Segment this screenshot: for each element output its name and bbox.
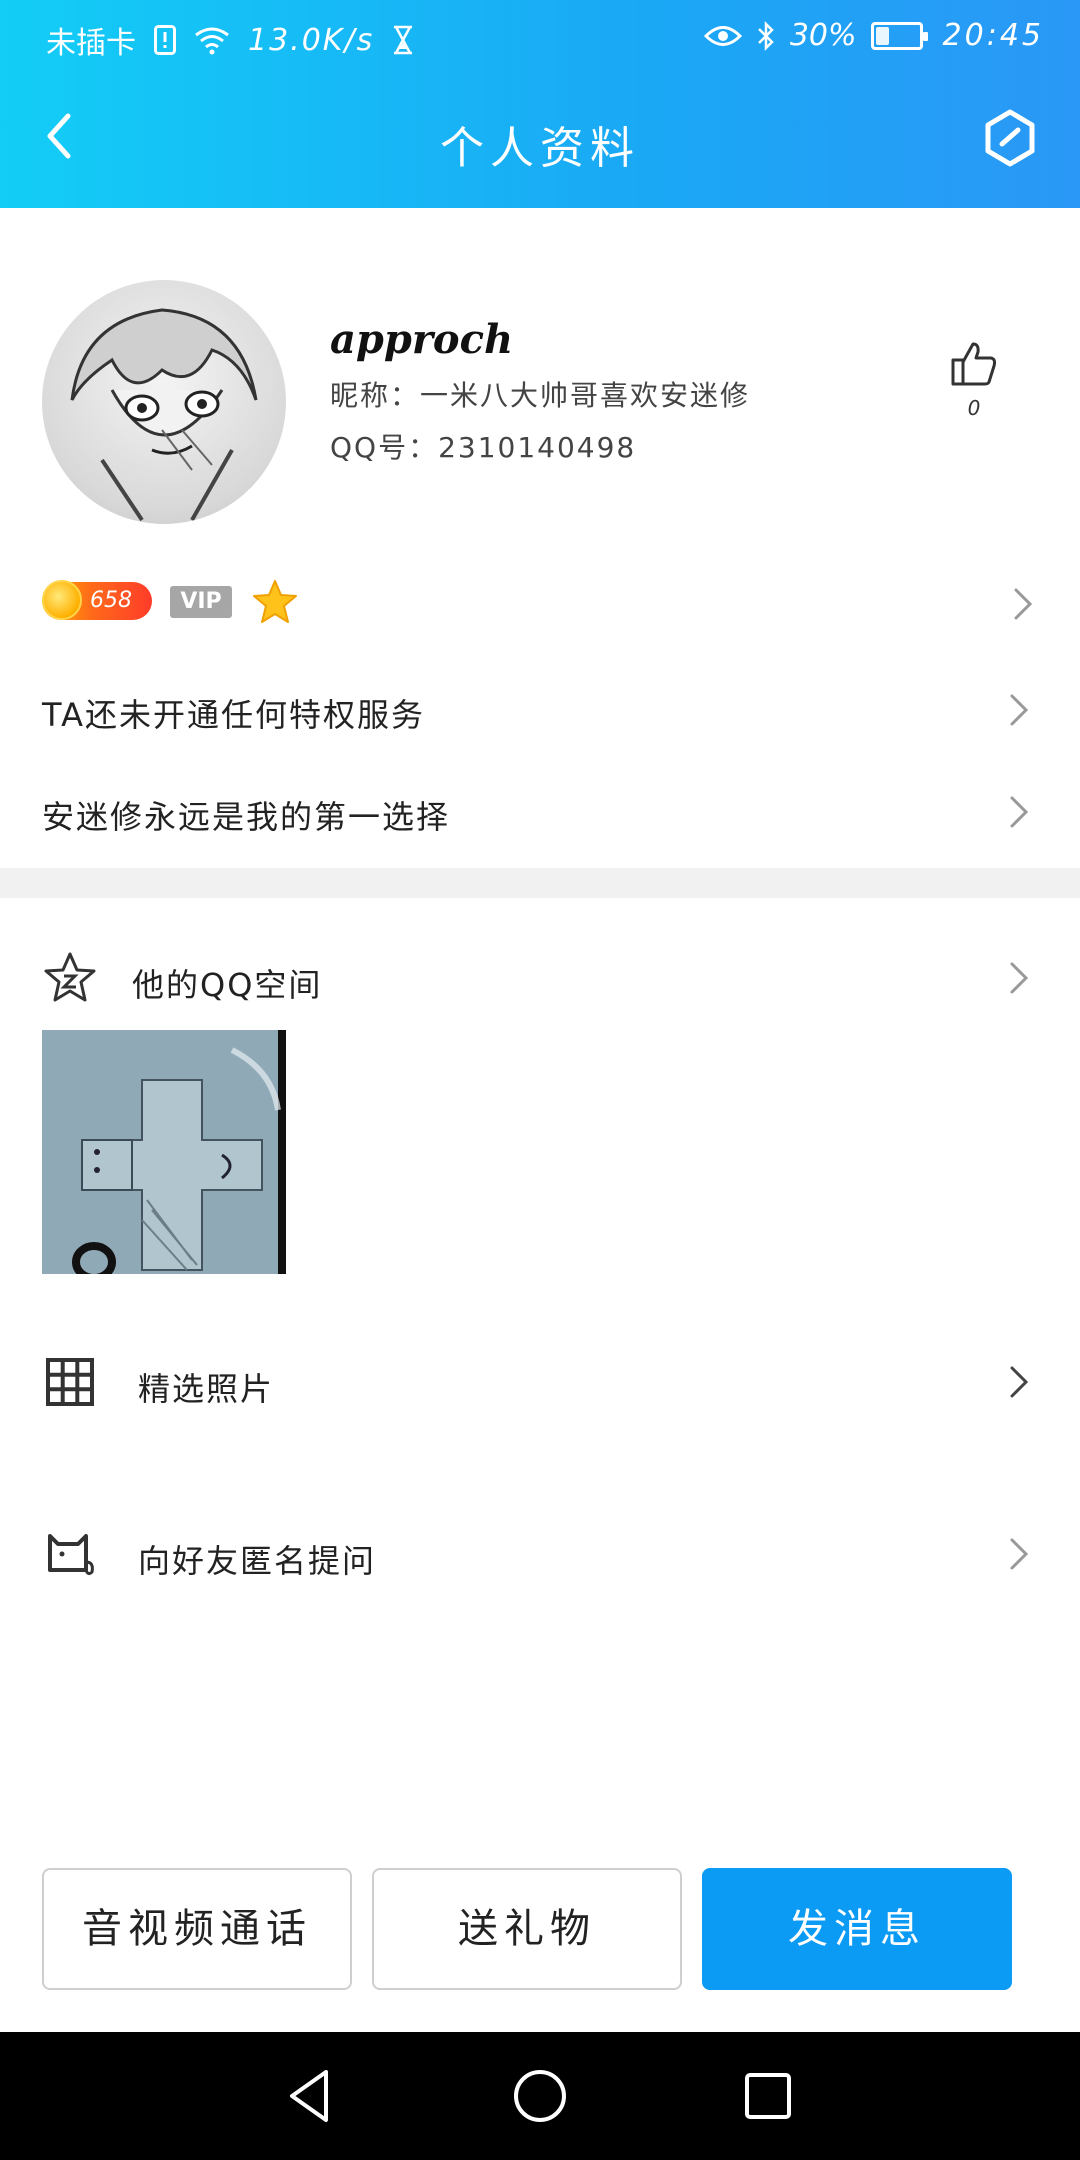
home-circle-icon[interactable] [512, 2068, 568, 2124]
badges-row[interactable]: 658 VIP [42, 572, 1042, 636]
like-button[interactable]: 0 [944, 340, 1004, 420]
hexagon-edit-icon [985, 109, 1035, 167]
net-speed: 13.0K/s [248, 22, 375, 58]
bluetooth-icon [756, 20, 776, 52]
video-call-button[interactable]: 音视频通话 [42, 1868, 352, 1990]
anonymous-question-label: 向好友匿名提问 [138, 1542, 377, 1580]
nickname: 昵称：一米八大帅哥喜欢安迷修 [330, 379, 751, 412]
recents-square-icon[interactable] [744, 2072, 792, 2120]
qq-number: QQ号：2310140498 [330, 431, 637, 464]
page-title: 个人资料 [440, 123, 640, 174]
avatar[interactable] [42, 280, 286, 524]
privilege-text: TA还未开通任何特权服务 [42, 696, 425, 734]
system-navigation-bar [0, 2032, 1080, 2160]
wifi-icon [194, 25, 230, 55]
profile-card: approch 昵称：一米八大帅哥喜欢安迷修 QQ号：2310140498 0 … [0, 208, 1080, 868]
chevron-right-icon [1010, 1538, 1029, 1570]
send-message-button[interactable]: 发消息 [702, 1868, 1012, 1990]
coin-icon [42, 580, 82, 620]
coin-value: 658 [90, 588, 132, 613]
paper-cube-net-image [42, 1030, 286, 1274]
username: approch [330, 316, 514, 363]
chevron-right-icon [1010, 962, 1029, 994]
cat-box-icon [48, 1534, 94, 1576]
chevron-right-icon [1010, 1366, 1029, 1398]
anonymous-question-row[interactable]: 向好友匿名提问 [0, 1510, 1080, 1600]
vip-badge: VIP [170, 586, 232, 618]
sim-alert-icon [154, 25, 176, 55]
back-triangle-icon[interactable] [284, 2066, 334, 2126]
chevron-right-icon [1014, 588, 1033, 620]
battery-icon [870, 21, 928, 50]
send-gift-button[interactable]: 送礼物 [372, 1868, 682, 1990]
app-header: 未插卡 13.0K/s 30% 20:45 个人资料 [0, 0, 1080, 208]
anime-avatar-image [70, 308, 258, 522]
coin-badge: 658 [42, 580, 152, 620]
privilege-row[interactable]: TA还未开通任何特权服务 [0, 676, 1080, 746]
featured-photos-row[interactable]: 精选照片 [0, 1338, 1080, 1428]
section-divider [0, 868, 1080, 898]
clock: 20:45 [942, 18, 1044, 53]
grid-icon [46, 1358, 94, 1406]
eye-icon [703, 23, 742, 49]
chevron-right-icon [1010, 796, 1029, 828]
edit-settings-button[interactable] [980, 108, 1040, 168]
qzone-star-icon [44, 952, 96, 1002]
featured-photos-label: 精选照片 [138, 1370, 275, 1408]
thumbs-up-icon [951, 342, 997, 386]
profile-section-list: 他的QQ空间 精选照片 向好友匿名提问 [0, 898, 1080, 1848]
signature-row[interactable]: 安迷修永远是我的第一选择 [0, 778, 1080, 848]
hourglass-icon [392, 25, 414, 55]
action-bar: 音视频通话 送礼物 发消息 [0, 1848, 1080, 2032]
qzone-label: 他的QQ空间 [132, 966, 323, 1004]
signature-text: 安迷修永远是我的第一选择 [42, 798, 451, 836]
chevron-right-icon [1010, 694, 1029, 726]
qzone-photo-thumbnail[interactable] [42, 1030, 286, 1274]
like-count: 0 [967, 396, 981, 420]
battery-percent: 30% [789, 18, 857, 53]
qzone-row[interactable]: 他的QQ空间 [0, 938, 1080, 1018]
star-icon [250, 578, 300, 626]
status-bar: 未插卡 13.0K/s 30% 20:45 [0, 0, 1080, 76]
carrier-text: 未插卡 [46, 26, 136, 61]
